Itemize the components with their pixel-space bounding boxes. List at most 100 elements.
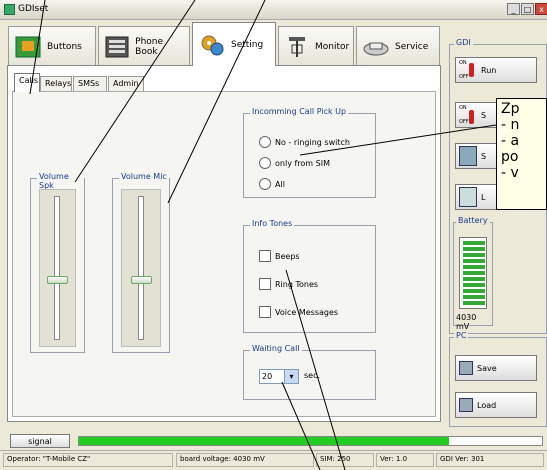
tone-label: Beeps xyxy=(275,251,300,261)
volume-mic-track xyxy=(121,189,161,347)
battery-segment xyxy=(463,271,485,275)
pickup-option-all[interactable]: All xyxy=(259,178,285,190)
pickup-group: Incomming Call Pick Up No - ringing swit… xyxy=(243,107,376,198)
tab-phone-book[interactable]: Phone Book xyxy=(98,26,190,66)
waiting-call-value: 20 xyxy=(262,372,273,381)
radio-button[interactable] xyxy=(259,178,271,190)
battery-segment xyxy=(463,295,485,299)
checkbox[interactable] xyxy=(259,278,271,290)
signal-bar-fill xyxy=(79,437,450,445)
status-gdi-version: GDI Ver: 301 xyxy=(436,453,544,467)
callout-line: - n xyxy=(501,117,520,133)
tone-beeps[interactable]: Beeps xyxy=(259,250,300,262)
battery-segment xyxy=(463,289,485,293)
maximize-button[interactable]: □ xyxy=(521,3,534,15)
signal-bar xyxy=(78,436,543,446)
volume-spk-rail xyxy=(54,196,60,340)
volume-mic-group: Volume Mic xyxy=(112,172,170,353)
callout-line: Zp xyxy=(501,101,520,117)
battery-level-indicator xyxy=(459,237,487,309)
annotation-callout: Zp - n - a po - v xyxy=(496,98,547,210)
battery-segment xyxy=(463,253,485,257)
waiting-call-title: Waiting Call xyxy=(250,344,302,353)
tab-buttons[interactable]: Buttons xyxy=(8,26,96,66)
gears-icon xyxy=(197,30,227,60)
info-tones-group: Info Tones Beeps Ring Tones Voice Messag… xyxy=(243,219,376,333)
tab-setting[interactable]: Setting xyxy=(192,22,276,66)
info-tones-title: Info Tones xyxy=(250,219,295,228)
pickup-option-no-ringing[interactable]: No - ringing switch xyxy=(259,136,350,148)
battery-voltage: 4030 mV xyxy=(456,313,477,331)
gdi-title: GDI xyxy=(454,38,473,47)
subtab-admin[interactable]: Admin xyxy=(108,76,144,92)
pickup-title: Incomming Call Pick Up xyxy=(250,107,349,116)
gdi-button-3-label: S xyxy=(481,151,487,161)
subtab-relays[interactable]: Relays xyxy=(40,76,72,92)
tone-ring-tones[interactable]: Ring Tones xyxy=(259,278,318,290)
pc-title: PC xyxy=(454,331,469,340)
download-icon xyxy=(459,146,477,166)
battery-segment xyxy=(463,301,485,305)
radio-button[interactable] xyxy=(259,157,271,169)
volume-spk-title: Volume Spk xyxy=(37,172,84,190)
chevron-down-icon[interactable]: ▾ xyxy=(284,370,298,383)
tab-service-label: Service xyxy=(395,41,429,52)
tab-phone-book-label: Phone Book xyxy=(135,36,164,57)
tab-monitor-label: Monitor xyxy=(315,41,350,52)
minimize-button[interactable]: _ xyxy=(507,3,520,15)
volume-mic-rail xyxy=(138,196,144,340)
tab-service[interactable]: Service xyxy=(356,26,440,66)
save-button[interactable]: Save xyxy=(455,355,537,381)
battery-segment xyxy=(463,241,485,245)
pickup-option-label: All xyxy=(275,179,285,189)
load-button[interactable]: Load xyxy=(455,392,537,418)
tab-monitor[interactable]: Monitor xyxy=(278,26,354,66)
checkbox[interactable] xyxy=(259,250,271,262)
battery-segment xyxy=(463,247,485,251)
load-icon xyxy=(459,398,473,412)
status-operator: Operator: "T-Mobile CZ" xyxy=(3,453,173,467)
tab-buttons-label: Buttons xyxy=(47,41,82,52)
battery-segment xyxy=(463,265,485,269)
service-icon xyxy=(361,32,391,62)
title-bar: GDIset _ □ x xyxy=(0,0,547,20)
waiting-call-unit: sec. xyxy=(304,371,321,380)
close-button[interactable]: x xyxy=(535,3,547,15)
gdi-button-4-label: L xyxy=(481,192,486,202)
status-board-voltage: board voltage: 4030 mV xyxy=(176,453,314,467)
window-title: GDIset xyxy=(18,4,49,14)
callout-line: - a xyxy=(501,133,520,149)
battery-segment xyxy=(463,259,485,263)
phone-buttons-icon xyxy=(13,32,43,62)
pickup-option-label: only from SIM xyxy=(275,158,330,168)
volume-mic-title: Volume Mic xyxy=(119,172,169,181)
battery-segment xyxy=(463,283,485,287)
waiting-call-group: Waiting Call 20 ▾ sec. xyxy=(243,344,376,400)
volume-spk-track xyxy=(39,189,76,347)
radio-button[interactable] xyxy=(259,136,271,148)
antenna-icon xyxy=(283,32,311,62)
tone-label: Ring Tones xyxy=(275,279,319,289)
volume-mic-slider-thumb[interactable] xyxy=(131,275,152,284)
app-icon xyxy=(4,4,15,15)
run-button[interactable]: ON OFF Run xyxy=(455,57,537,83)
waiting-call-select[interactable]: 20 ▾ xyxy=(259,369,299,384)
subtab-smss[interactable]: SMSs xyxy=(73,76,107,92)
volume-spk-group: Volume Spk xyxy=(30,172,85,353)
on-off-switch-icon: ON OFF xyxy=(459,105,477,125)
upload-icon xyxy=(459,187,477,207)
volume-spk-slider-thumb[interactable] xyxy=(47,275,68,284)
pickup-option-only-sim[interactable]: only from SIM xyxy=(259,157,330,169)
tone-voice-messages[interactable]: Voice Messages xyxy=(259,306,338,318)
status-sim: SIM: 250 xyxy=(316,453,374,467)
checkbox[interactable] xyxy=(259,306,271,318)
callout-line: - v xyxy=(501,165,519,181)
status-version: Ver: 1.0 xyxy=(376,453,434,467)
phone-book-icon xyxy=(103,32,131,62)
stop-label: S xyxy=(481,110,487,120)
pickup-option-label: No - ringing switch xyxy=(275,137,350,147)
save-icon xyxy=(459,361,473,375)
save-label: Save xyxy=(477,363,497,373)
subtab-calls[interactable]: Calls xyxy=(14,73,40,92)
signal-button[interactable]: signal xyxy=(10,434,70,448)
